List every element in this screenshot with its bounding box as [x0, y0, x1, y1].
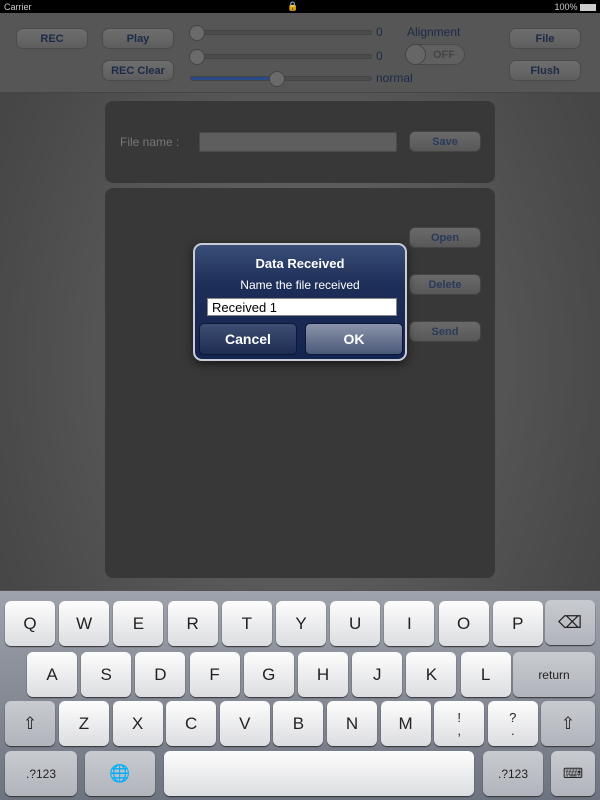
key[interactable]: U: [330, 601, 381, 646]
key[interactable]: K: [406, 652, 457, 697]
key[interactable]: I: [384, 601, 435, 646]
ok-button[interactable]: OK: [305, 323, 403, 355]
file-name-input[interactable]: [199, 132, 397, 152]
key[interactable]: G: [243, 652, 294, 697]
space-key[interactable]: [164, 751, 474, 796]
key[interactable]: Q: [5, 601, 55, 646]
key[interactable]: L: [460, 652, 511, 697]
shift-key[interactable]: ⇧: [5, 701, 55, 746]
shift-key[interactable]: ⇧: [541, 701, 595, 746]
file-panel: File name : Save: [105, 101, 495, 183]
toolbar: REC Play REC Clear 0 0 normal Alignment …: [0, 13, 600, 93]
slider-thumb[interactable]: [189, 49, 205, 65]
key[interactable]: O: [438, 601, 489, 646]
key[interactable]: R: [167, 601, 218, 646]
play-button[interactable]: Play: [102, 28, 174, 49]
cancel-button[interactable]: Cancel: [199, 323, 297, 355]
key[interactable]: N: [327, 701, 377, 746]
key[interactable]: W: [59, 601, 110, 646]
numbers-key[interactable]: .?123: [483, 751, 543, 796]
key[interactable]: ? .: [487, 701, 538, 746]
file-name-label: File name :: [120, 135, 180, 149]
keyboard: QWERTYUIOP return ASDFGHJKL ⇧ ⇧ Z X C V B N M!…: [0, 590, 600, 800]
data-received-dialog: Data Received Name the file received Can…: [193, 243, 407, 361]
battery-icon: [580, 3, 596, 11]
delete-button[interactable]: Delete: [409, 274, 481, 295]
slider-thumb[interactable]: [189, 25, 205, 41]
send-button[interactable]: Send: [409, 321, 481, 342]
status-bar: Carrier 🔒 100%: [0, 0, 600, 13]
key[interactable]: ! ,: [434, 701, 485, 746]
carrier-label: Carrier: [4, 1, 32, 12]
return-key[interactable]: return: [513, 652, 595, 697]
lock-icon: 🔒: [287, 1, 299, 11]
key[interactable]: J: [352, 652, 403, 697]
key[interactable]: E: [113, 601, 164, 646]
save-button[interactable]: Save: [409, 131, 481, 152]
key[interactable]: S: [81, 652, 132, 697]
battery-label: 100%: [554, 2, 596, 12]
key[interactable]: M: [380, 701, 431, 746]
numbers-key[interactable]: .?123: [5, 751, 77, 796]
slider-thumb[interactable]: [268, 71, 285, 87]
slider-2-value: 0: [376, 49, 383, 63]
rec-button[interactable]: REC: [16, 28, 88, 49]
slider-1[interactable]: [189, 25, 372, 41]
key[interactable]: B: [273, 701, 324, 746]
key[interactable]: F: [189, 652, 240, 697]
rec-clear-button[interactable]: REC Clear: [102, 60, 174, 81]
key[interactable]: H: [298, 652, 348, 697]
slider-2[interactable]: [189, 49, 372, 65]
flush-button[interactable]: Flush: [509, 60, 581, 81]
key[interactable]: P: [492, 601, 543, 646]
file-button[interactable]: File: [509, 28, 581, 49]
globe-icon[interactable]: 🌐: [85, 751, 155, 796]
key[interactable]: T: [221, 601, 272, 646]
key[interactable]: X: [112, 701, 163, 746]
speed-slider[interactable]: [190, 71, 372, 87]
key[interactable]: Z: [59, 701, 109, 746]
slider-1-value: 0: [376, 25, 383, 39]
speed-value: normal: [376, 71, 413, 85]
key[interactable]: V: [219, 701, 270, 746]
alignment-label: Alignment: [407, 25, 461, 39]
key[interactable]: A: [27, 652, 77, 697]
key[interactable]: D: [135, 652, 186, 697]
backspace-key[interactable]: ⌫: [545, 600, 595, 645]
file-name-dialog-input[interactable]: [207, 298, 397, 316]
key[interactable]: Y: [276, 601, 326, 646]
open-button[interactable]: Open: [409, 227, 481, 248]
keyboard-hide-icon[interactable]: ⌨: [551, 751, 595, 796]
dialog-title: Data Received: [255, 256, 345, 271]
alignment-toggle[interactable]: OFF: [405, 44, 465, 65]
dialog-message: Name the file received: [240, 278, 360, 292]
key[interactable]: C: [166, 701, 217, 746]
